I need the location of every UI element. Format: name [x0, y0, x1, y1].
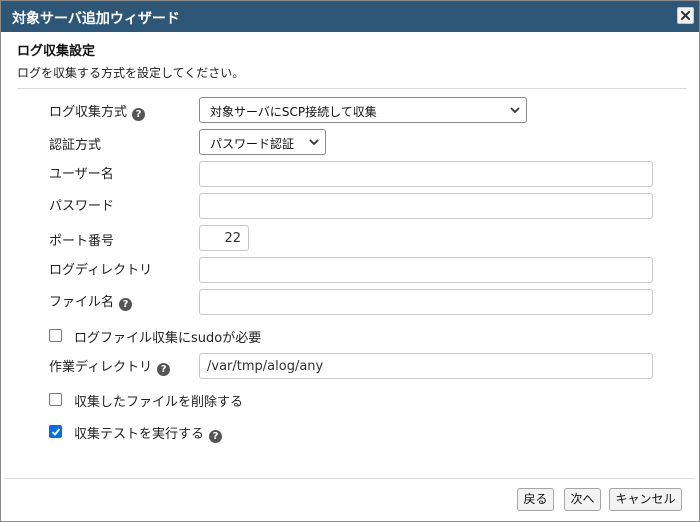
work-directory-label-text: 作業ディレクトリ [49, 360, 153, 375]
run-test-label-text: 収集テストを実行する [74, 427, 205, 442]
password-label: パスワード [49, 199, 115, 214]
work-directory-label: 作業ディレクトリ? [49, 356, 171, 376]
delete-collected-checkbox[interactable] [49, 393, 62, 406]
log-directory-input[interactable] [199, 257, 653, 283]
file-name-label: ファイル名? [49, 291, 133, 311]
section-title: ログ収集設定 [17, 44, 96, 59]
username-input[interactable] [199, 161, 653, 187]
back-button[interactable]: 戻る [517, 488, 554, 511]
close-icon [681, 11, 690, 20]
auth-method-label: 認証方式 [49, 138, 102, 153]
collection-method-label-text: ログ収集方式 [49, 105, 128, 120]
check-icon [51, 428, 61, 436]
wizard-dialog: 対象サーバ追加ウィザード ログ収集設定 ログを収集する方式を設定してください。 … [0, 0, 700, 522]
help-icon[interactable]: ? [132, 108, 146, 121]
header-divider [17, 88, 687, 89]
run-test-label[interactable]: 収集テストを実行する? [74, 423, 223, 443]
delete-collected-label[interactable]: 収集したファイルを削除する [74, 391, 243, 410]
username-label: ユーザー名 [49, 167, 114, 182]
close-button[interactable] [677, 7, 694, 24]
dialog-title: 対象サーバ追加ウィザード [12, 11, 180, 27]
help-icon[interactable]: ? [209, 430, 223, 443]
file-name-input[interactable] [199, 289, 653, 315]
work-directory-input[interactable] [199, 353, 653, 379]
cancel-button[interactable]: キャンセル [609, 488, 682, 511]
chevron-down-icon [510, 107, 520, 114]
collection-method-label: ログ収集方式? [49, 101, 146, 121]
help-icon[interactable]: ? [119, 298, 133, 311]
auth-method-select[interactable]: パスワード認証 [199, 129, 326, 155]
port-input[interactable] [199, 225, 249, 251]
dialog-titlebar: 対象サーバ追加ウィザード [1, 1, 699, 32]
collection-method-select[interactable]: 対象サーバにSCP接続して収集 [199, 97, 527, 123]
sudo-required-checkbox[interactable] [49, 329, 62, 342]
help-icon[interactable]: ? [157, 363, 171, 376]
run-test-checkbox[interactable] [49, 425, 62, 438]
port-label: ポート番号 [49, 234, 115, 249]
file-name-label-text: ファイル名 [49, 295, 115, 310]
footer-divider [5, 478, 695, 479]
auth-method-value: パスワード認証 [210, 137, 295, 151]
next-button[interactable]: 次へ [564, 488, 601, 511]
sudo-required-label[interactable]: ログファイル収集にsudoが必要 [74, 327, 261, 346]
log-directory-label: ログディレクトリ [49, 263, 153, 278]
password-input[interactable] [199, 193, 653, 219]
chevron-down-icon [309, 139, 319, 146]
collection-method-value: 対象サーバにSCP接続して収集 [210, 105, 377, 119]
section-description: ログを収集する方式を設定してください。 [17, 66, 245, 80]
